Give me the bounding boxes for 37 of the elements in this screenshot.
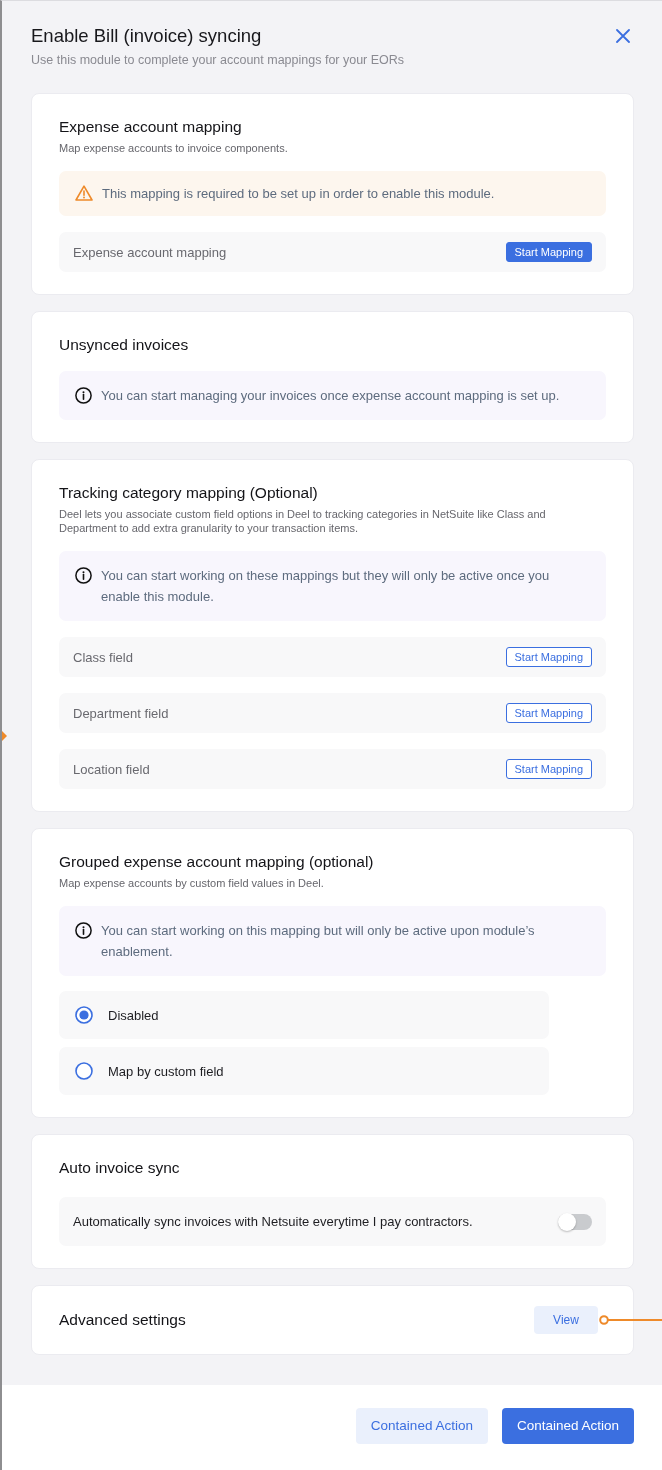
info-icon xyxy=(75,387,92,404)
toggle-label: Automatically sync invoices with Netsuite everytime I pay contractors. xyxy=(73,1214,473,1229)
start-mapping-button[interactable]: Start Mapping xyxy=(505,647,592,667)
radio-option[interactable]: Map by custom field xyxy=(59,1047,549,1095)
section-description: Map expense accounts to invoice components. xyxy=(59,141,289,155)
warning-icon xyxy=(75,185,93,201)
row-label: Class field xyxy=(73,649,133,665)
row-label: Expense account mapping xyxy=(73,244,227,260)
dialog-title: Enable Bill (invoice) syncing xyxy=(31,24,263,48)
notice-text: You can start managing your invoices once expense account mapping is set up. xyxy=(101,387,560,405)
notice-text: You can start working on these mappings but they will only be active once you enable this module. xyxy=(101,567,551,606)
info-icon xyxy=(75,567,92,584)
action-button[interactable]: Contained Action xyxy=(501,1407,634,1444)
section-description: Map expense accounts by custom field values in Deel. xyxy=(59,876,325,890)
close-icon xyxy=(616,29,630,43)
row-label: Location field xyxy=(73,761,150,777)
start-mapping-button[interactable]: Start Mapping xyxy=(505,242,592,262)
dialog-subtitle: Use this module to complete your account mappings for your EORs xyxy=(31,52,405,68)
close-button[interactable] xyxy=(616,29,630,43)
section-title: Tracking category mapping (Optional) xyxy=(59,483,319,503)
notice-text: This mapping is required to be set up in order to enable this module. xyxy=(102,185,495,203)
notice-text: You can start working on this mapping but will only be active upon module’s enablement. xyxy=(101,922,536,961)
section-title: Auto invoice sync xyxy=(59,1158,181,1178)
toggle-switch[interactable] xyxy=(558,1213,592,1230)
start-mapping-button[interactable]: Start Mapping xyxy=(505,703,592,723)
connector-arrow-icon xyxy=(2,731,7,741)
section-description: Deel lets you associate custom field options in Deel to tracking categories in NetSuite like Class and Department to add extra granularity to your transaction items. xyxy=(59,507,547,535)
section-title: Unsynced invoices xyxy=(59,335,190,355)
row-label: Department field xyxy=(73,705,169,721)
section-title: Advanced settings xyxy=(59,1310,186,1330)
section-title: Expense account mapping xyxy=(59,117,243,137)
action-button[interactable]: Contained Action xyxy=(355,1407,488,1444)
view-button[interactable]: View xyxy=(534,1306,598,1334)
section-title: Grouped expense account mapping (optional) xyxy=(59,852,375,872)
info-icon xyxy=(75,922,92,939)
radio-option[interactable]: Disabled xyxy=(59,991,549,1039)
start-mapping-button[interactable]: Start Mapping xyxy=(505,759,592,779)
